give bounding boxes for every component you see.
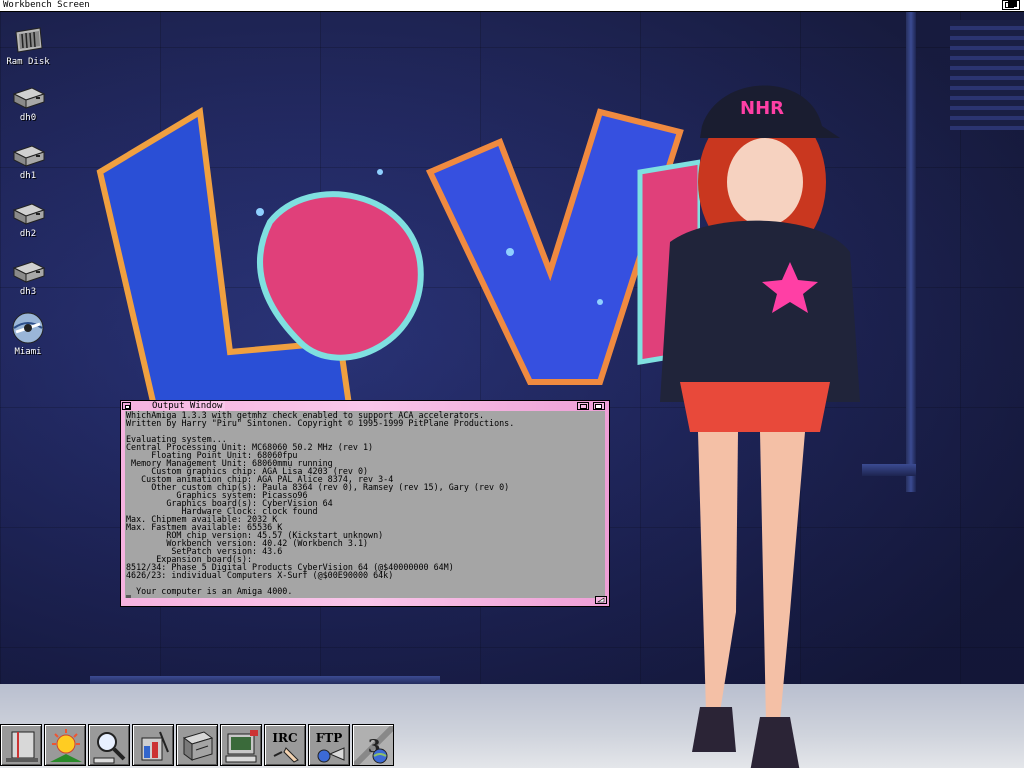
paint-icon [141,731,169,761]
anime-girl-figure: NHR [660,85,860,768]
ram-disk-desktop-icon[interactable]: Ram Disk [0,22,56,67]
ram-disk-icon [15,27,43,53]
browser-dock-button[interactable]: 3 [352,724,394,766]
output-line: 4626/23: individual Computers X-Surf (@$… [126,570,394,580]
desktop-icon-label: dh3 [19,287,37,297]
window-depth-button[interactable] [593,402,605,410]
hard-drive-icon [12,261,46,283]
window-title-bar[interactable]: Output Window [121,401,609,411]
dh1-desktop-icon[interactable]: dh1 [0,142,56,181]
screen-title: Workbench Screen [3,0,90,10]
window-zoom-button[interactable] [577,402,589,410]
launcher-dock: IRC FTP 3 [0,724,396,768]
output-text-area[interactable]: WhichAmiga 1.3.3 with getmhz check enabl… [125,411,605,598]
wall-vent [950,20,1024,130]
shell-icon [6,731,38,762]
shell-dock-button[interactable] [0,724,42,766]
screen-depth-gadget[interactable] [1002,0,1020,10]
terminal-dock-button[interactable] [220,724,262,766]
hard-drive-icon [12,203,46,225]
ftp-icon [317,747,345,763]
dh2-desktop-icon[interactable]: dh2 [0,200,56,239]
miami-network-icon [12,312,44,344]
search-dock-button[interactable] [88,724,130,766]
hard-drive-icon [12,87,46,109]
svg-text:NHR: NHR [740,98,784,119]
computer-icon [225,730,258,763]
screen-title-bar: Workbench Screen [0,0,1024,12]
disk-dock-button[interactable] [176,724,218,766]
dh3-desktop-icon[interactable]: dh3 [0,258,56,297]
window-title: Output Window [149,401,226,411]
sun-dock-button[interactable] [44,724,86,766]
paint-dock-button[interactable] [132,724,174,766]
output-line: Your computer is an Amiga 4000. [136,586,293,596]
irc-dock-button[interactable]: IRC [264,724,306,766]
magnifier-icon [93,732,126,764]
desktop-icon-label: Miami [14,347,42,357]
desktop-icon-label: Ram Disk [6,57,50,67]
output-line: Written by Harry "Piru" Sintonen. Copyri… [126,418,515,428]
desktop-icon-label: dh1 [19,171,37,181]
ftp-dock-button[interactable]: FTP [308,724,350,766]
miami-desktop-icon[interactable]: Miami [0,310,56,357]
browser-icon: 3 [354,726,393,765]
desktop-wallpaper: NHR [0,12,1024,768]
dh0-desktop-icon[interactable]: dh0 [0,84,56,123]
window-close-button[interactable] [122,402,131,410]
output-window[interactable]: Output Window WhichAmiga 1.3.3 with getm… [120,400,610,607]
wall-pipe-elbow [862,464,916,476]
output-text: WhichAmiga 1.3.3 with getmhz check enabl… [125,411,605,595]
wall-pipe [906,12,916,492]
sun-icon [50,729,82,762]
hard-drive-icon [12,145,46,167]
desktop-icon-label: dh2 [19,229,37,239]
desktop-icon-label: dh0 [19,113,37,123]
disk-icon [182,731,214,761]
text-cursor [126,595,131,598]
irc-icon [273,747,299,763]
window-resize-gadget[interactable] [595,596,607,604]
